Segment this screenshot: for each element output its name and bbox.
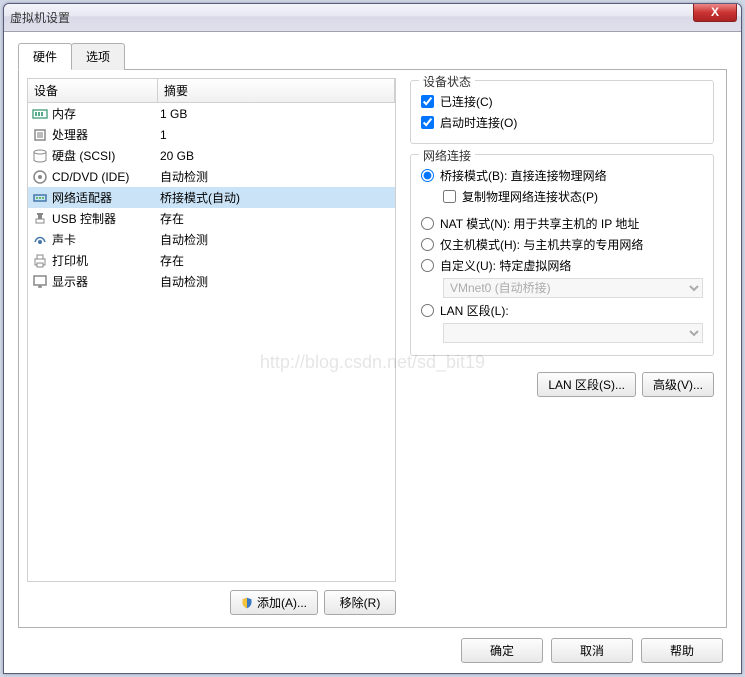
device-summary: 桥接模式(自动) xyxy=(160,188,391,207)
ok-button[interactable]: 确定 xyxy=(461,638,543,663)
device-row[interactable]: 声卡自动检测 xyxy=(28,229,395,250)
remove-button[interactable]: 移除(R) xyxy=(324,590,396,615)
shield-icon xyxy=(241,597,253,609)
content-area: 硬件 选项 设备 摘要 内存1 GB处理器1硬盘 (SCSI)20 GBCD/D… xyxy=(4,32,741,673)
col-summary[interactable]: 摘要 xyxy=(158,79,395,102)
nat-radio[interactable]: NAT 模式(N): 用于共享主机的 IP 地址 xyxy=(421,213,703,234)
device-table: 设备 摘要 内存1 GB处理器1硬盘 (SCSI)20 GBCD/DVD (ID… xyxy=(27,78,396,582)
device-rows: 内存1 GB处理器1硬盘 (SCSI)20 GBCD/DVD (IDE)自动检测… xyxy=(28,103,395,292)
device-summary: 自动检测 xyxy=(160,167,391,186)
device-icon xyxy=(32,148,48,164)
lan-select xyxy=(443,323,703,343)
tab-options[interactable]: 选项 xyxy=(71,43,125,70)
bridged-radio[interactable]: 桥接模式(B): 直接连接物理网络 xyxy=(421,165,703,186)
hostonly-input[interactable] xyxy=(421,238,434,251)
network-title: 网络连接 xyxy=(419,147,475,164)
device-row[interactable]: 打印机存在 xyxy=(28,250,395,271)
custom-label: 自定义(U): 特定虚拟网络 xyxy=(440,257,571,274)
device-icon xyxy=(32,211,48,227)
device-name: 显示器 xyxy=(52,272,160,291)
nat-label: NAT 模式(N): 用于共享主机的 IP 地址 xyxy=(440,215,639,232)
custom-select: VMnet0 (自动桥接) xyxy=(443,278,703,298)
device-icon xyxy=(32,274,48,290)
connect-on-power-input[interactable] xyxy=(421,116,434,129)
device-name: 硬盘 (SCSI) xyxy=(52,146,160,165)
device-summary: 存在 xyxy=(160,251,391,270)
device-name: 内存 xyxy=(52,104,160,123)
device-icon xyxy=(32,127,48,143)
device-name: 声卡 xyxy=(52,230,160,249)
network-group: 网络连接 桥接模式(B): 直接连接物理网络 复制物理网络连接状态(P) NAT… xyxy=(410,154,714,356)
device-name: CD/DVD (IDE) xyxy=(52,169,160,185)
vm-settings-window: 虚拟机设置 X 硬件 选项 设备 摘要 内存1 GB处理器1硬盘 (SCSI)2… xyxy=(3,3,742,674)
connected-input[interactable] xyxy=(421,95,434,108)
cancel-button[interactable]: 取消 xyxy=(551,638,633,663)
device-icon xyxy=(32,190,48,206)
col-device[interactable]: 设备 xyxy=(28,79,158,102)
device-row[interactable]: 显示器自动检测 xyxy=(28,271,395,292)
device-name: 打印机 xyxy=(52,251,160,270)
tab-strip: 硬件 选项 xyxy=(18,42,727,70)
window-title: 虚拟机设置 xyxy=(10,9,70,26)
connect-on-power-label: 启动时连接(O) xyxy=(440,114,517,131)
device-summary: 1 xyxy=(160,127,391,143)
help-button[interactable]: 帮助 xyxy=(641,638,723,663)
close-button[interactable]: X xyxy=(693,4,737,22)
device-name: USB 控制器 xyxy=(52,209,160,228)
right-pane: 设备状态 已连接(C) 启动时连接(O) 网络连接 桥接模式(B): 直接连接物… xyxy=(406,78,718,619)
device-summary: 1 GB xyxy=(160,106,391,122)
right-buttons: LAN 区段(S)... 高级(V)... xyxy=(410,372,714,397)
lan-segments-button[interactable]: LAN 区段(S)... xyxy=(537,372,636,397)
device-summary: 存在 xyxy=(160,209,391,228)
device-icon xyxy=(32,232,48,248)
device-status-title: 设备状态 xyxy=(419,73,475,90)
tab-body: 设备 摘要 内存1 GB处理器1硬盘 (SCSI)20 GBCD/DVD (ID… xyxy=(18,70,727,628)
tab-hardware[interactable]: 硬件 xyxy=(18,43,72,70)
device-icon xyxy=(32,106,48,122)
replicate-checkbox[interactable]: 复制物理网络连接状态(P) xyxy=(443,186,703,207)
custom-radio[interactable]: 自定义(U): 特定虚拟网络 xyxy=(421,255,703,276)
add-button[interactable]: 添加(A)... xyxy=(230,590,318,615)
titlebar[interactable]: 虚拟机设置 X xyxy=(4,4,741,32)
add-button-label: 添加(A)... xyxy=(257,594,307,611)
device-row[interactable]: CD/DVD (IDE)自动检测 xyxy=(28,166,395,187)
replicate-label: 复制物理网络连接状态(P) xyxy=(462,188,598,205)
left-buttons: 添加(A)... 移除(R) xyxy=(27,582,396,619)
bridged-input[interactable] xyxy=(421,169,434,182)
lan-radio[interactable]: LAN 区段(L): xyxy=(421,300,703,321)
device-summary: 自动检测 xyxy=(160,230,391,249)
device-summary: 20 GB xyxy=(160,148,391,164)
bridged-label: 桥接模式(B): 直接连接物理网络 xyxy=(440,167,607,184)
device-row[interactable]: 处理器1 xyxy=(28,124,395,145)
advanced-button[interactable]: 高级(V)... xyxy=(642,372,714,397)
device-row[interactable]: 内存1 GB xyxy=(28,103,395,124)
connected-label: 已连接(C) xyxy=(440,93,493,110)
footer-buttons: 确定 取消 帮助 xyxy=(18,628,727,663)
device-row[interactable]: 网络适配器桥接模式(自动) xyxy=(28,187,395,208)
replicate-input[interactable] xyxy=(443,190,456,203)
hostonly-radio[interactable]: 仅主机模式(H): 与主机共享的专用网络 xyxy=(421,234,703,255)
custom-input[interactable] xyxy=(421,259,434,272)
device-summary: 自动检测 xyxy=(160,272,391,291)
hostonly-label: 仅主机模式(H): 与主机共享的专用网络 xyxy=(440,236,643,253)
device-name: 处理器 xyxy=(52,125,160,144)
lan-label: LAN 区段(L): xyxy=(440,302,509,319)
device-status-group: 设备状态 已连接(C) 启动时连接(O) xyxy=(410,80,714,144)
left-pane: 设备 摘要 内存1 GB处理器1硬盘 (SCSI)20 GBCD/DVD (ID… xyxy=(27,78,396,619)
device-row[interactable]: 硬盘 (SCSI)20 GB xyxy=(28,145,395,166)
connect-on-power-checkbox[interactable]: 启动时连接(O) xyxy=(421,112,703,133)
connected-checkbox[interactable]: 已连接(C) xyxy=(421,91,703,112)
device-icon xyxy=(32,253,48,269)
device-row[interactable]: USB 控制器存在 xyxy=(28,208,395,229)
lan-input[interactable] xyxy=(421,304,434,317)
nat-input[interactable] xyxy=(421,217,434,230)
device-icon xyxy=(32,169,48,185)
device-name: 网络适配器 xyxy=(52,188,160,207)
device-table-header: 设备 摘要 xyxy=(28,79,395,103)
